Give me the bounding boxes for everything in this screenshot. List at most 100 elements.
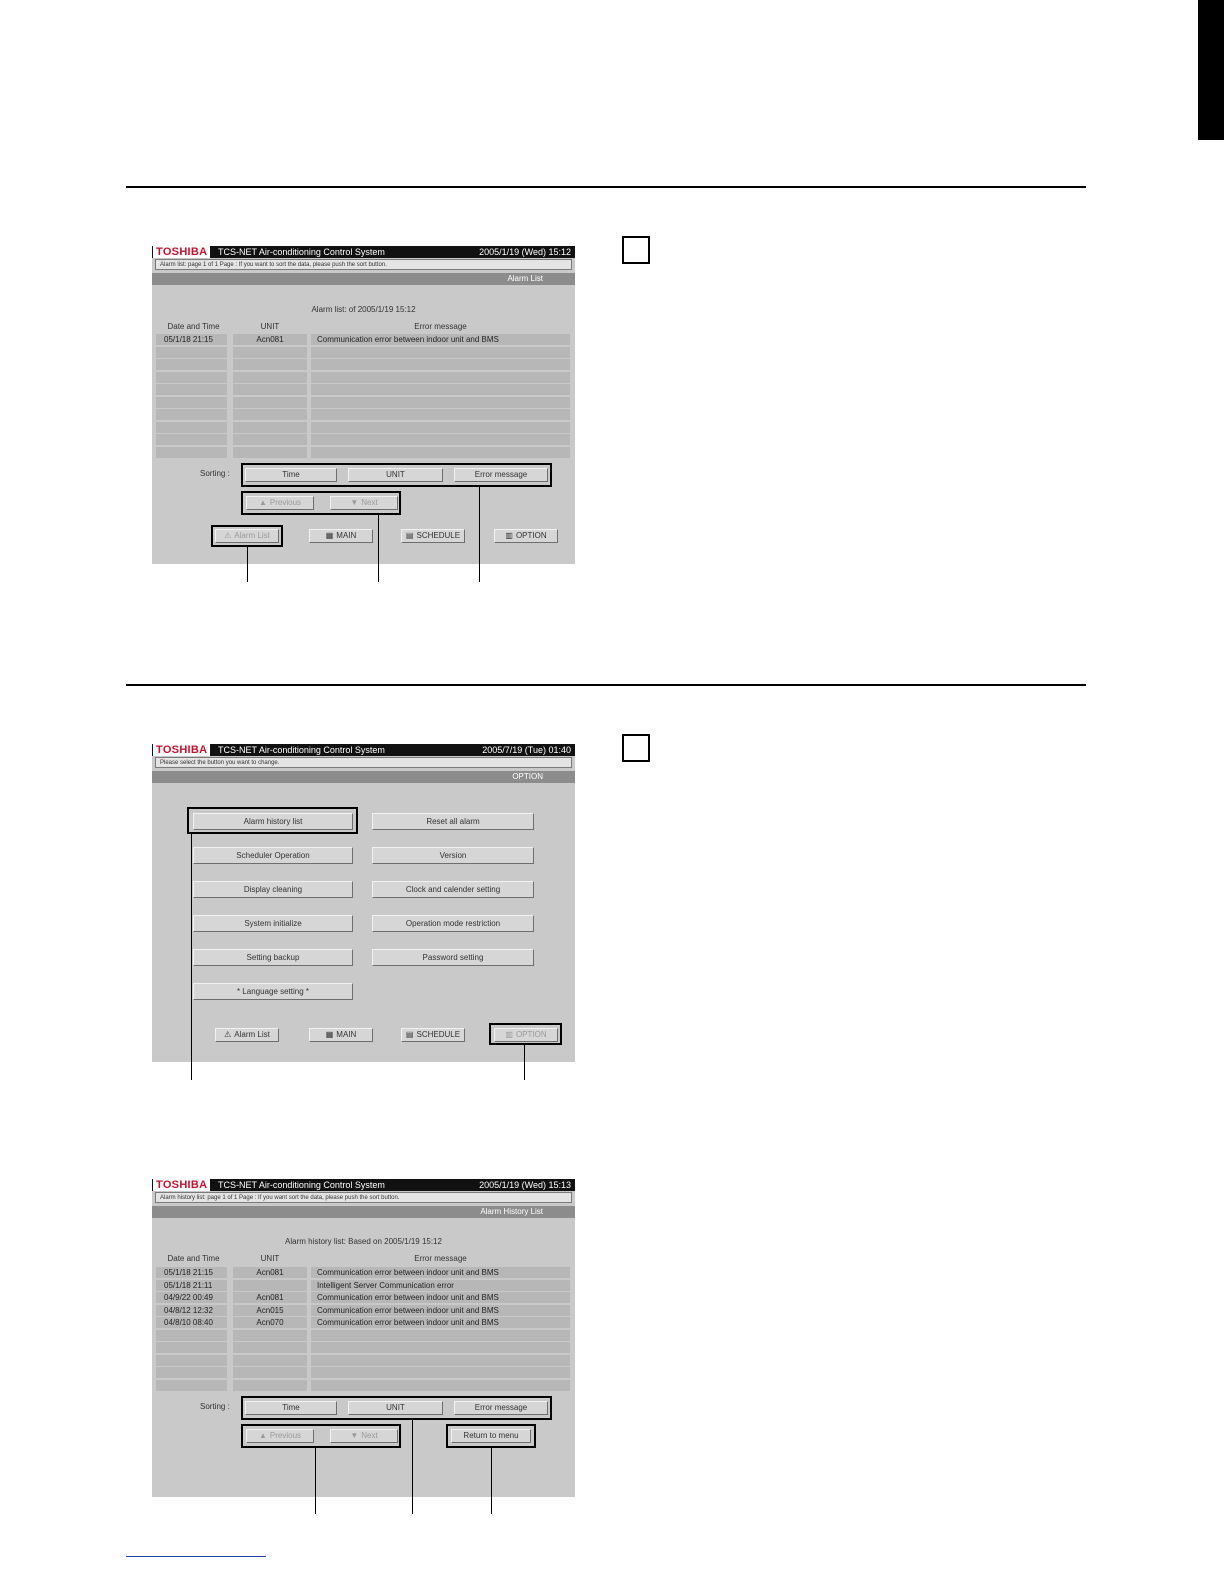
main-nav-button[interactable]: ▦ MAIN	[309, 1028, 373, 1042]
system-name: TCS-NET Air-conditioning Control System	[218, 745, 385, 755]
option-button-right-3[interactable]: Clock and calender setting	[372, 881, 534, 898]
title-bar: TOSHIBA TCS-NET Air-conditioning Control…	[152, 1179, 575, 1191]
alarm-list-screen: TOSHIBA TCS-NET Air-conditioning Control…	[152, 246, 575, 564]
row-date-cell	[156, 447, 227, 458]
callout-line-sort-buttons	[479, 487, 480, 582]
row-error-cell	[311, 347, 570, 358]
page-buttons-highlight	[241, 1424, 401, 1448]
calendar-icon: ▤	[405, 1030, 414, 1039]
schedule-nav-button[interactable]: ▤ SCHEDULE	[401, 529, 465, 543]
section-rule-top	[126, 186, 1086, 188]
sort-buttons-highlight	[241, 1396, 552, 1420]
option-nav-button[interactable]: ▥ OPTION	[494, 529, 558, 543]
row-unit-cell: Acn070	[233, 1317, 307, 1328]
column-header-date: Date and Time	[167, 322, 220, 331]
row-error-cell: Intelligent Server Communication error	[311, 1280, 570, 1291]
option-button-right-1[interactable]: Reset all alarm	[372, 813, 534, 830]
row-error-cell: Communication error between indoor unit …	[311, 1292, 570, 1303]
row-date-cell	[156, 1367, 227, 1378]
row-error-cell: Communication error between indoor unit …	[311, 1267, 570, 1278]
row-date-cell: 05/1/18 21:11	[156, 1280, 227, 1291]
title-bar: TOSHIBA TCS-NET Air-conditioning Control…	[152, 744, 575, 756]
row-date-cell	[156, 347, 227, 358]
footer-link-line	[126, 1556, 266, 1557]
page-buttons-highlight	[241, 491, 401, 515]
row-error-cell	[311, 447, 570, 458]
row-unit-cell	[233, 1367, 307, 1378]
schedule-nav-button[interactable]: ▤ SCHEDULE	[401, 1028, 465, 1042]
main-unit-icon: ▦	[325, 1030, 334, 1039]
step-box-2	[622, 734, 650, 762]
column-header-unit: UNIT	[260, 1254, 280, 1263]
column-header-date: Date and Time	[167, 1254, 220, 1263]
row-error-cell	[311, 384, 570, 395]
callout-line-option-nav	[524, 1045, 525, 1080]
screen-name-bar: Alarm List	[152, 273, 575, 285]
row-unit-cell	[233, 372, 307, 383]
main-label: MAIN	[336, 531, 357, 540]
main-nav-button[interactable]: ▦ MAIN	[309, 529, 373, 543]
row-unit-cell: Acn081	[233, 334, 307, 345]
screen-name-bar: Alarm History List	[152, 1206, 575, 1218]
alarm-list-highlight	[211, 525, 283, 547]
alarm-history-highlight	[187, 807, 358, 834]
row-date-cell	[156, 1380, 227, 1391]
row-error-cell	[311, 372, 570, 383]
row-error-cell	[311, 409, 570, 420]
row-error-cell: Communication error between indoor unit …	[311, 1317, 570, 1328]
row-date-cell	[156, 1355, 227, 1366]
row-unit-cell	[233, 422, 307, 433]
row-error-cell: Communication error between indoor unit …	[311, 1305, 570, 1316]
message-bar: Alarm history list: page 1 of 1 Page : I…	[155, 1192, 572, 1203]
row-date-cell	[156, 422, 227, 433]
row-date-cell	[156, 409, 227, 420]
row-unit-cell: Acn081	[233, 1292, 307, 1303]
screen-name-bar: OPTION	[152, 771, 575, 783]
option-button-left-5[interactable]: Setting backup	[193, 949, 353, 966]
row-unit-cell	[233, 434, 307, 445]
row-unit-cell	[233, 347, 307, 358]
row-date-cell: 04/9/22 00:49	[156, 1292, 227, 1303]
row-error-cell	[311, 422, 570, 433]
column-header-error: Error message	[414, 1254, 467, 1263]
row-error-cell	[311, 1330, 570, 1341]
alarm-list-nav-button[interactable]: ⚠ Alarm List	[215, 1028, 279, 1042]
list-caption: Alarm list: of 2005/1/19 15:12	[311, 305, 416, 314]
step-box-1	[622, 236, 650, 264]
row-unit-cell	[233, 397, 307, 408]
sorting-label: Sorting :	[200, 1402, 230, 1411]
warning-icon: ⚠	[224, 1030, 232, 1039]
row-unit-cell: Acn081	[233, 1267, 307, 1278]
option-button-left-3[interactable]: Display cleaning	[193, 881, 353, 898]
row-date-cell	[156, 397, 227, 408]
option-button-left-2[interactable]: Scheduler Operation	[193, 847, 353, 864]
callout-line-alarm-history	[191, 832, 192, 1080]
clock-display: 2005/1/19 (Wed) 15:13	[479, 1180, 571, 1190]
option-button-right-5[interactable]: Password setting	[372, 949, 534, 966]
page-edge-tab	[1198, 0, 1224, 140]
column-header-unit: UNIT	[260, 322, 280, 331]
section-rule-middle	[126, 684, 1086, 686]
option-label: OPTION	[515, 531, 547, 540]
row-error-cell	[311, 1380, 570, 1391]
callout-line-sort-buttons	[412, 1420, 413, 1514]
option-grid-icon: ▥	[505, 531, 513, 540]
schedule-label: SCHEDULE	[416, 1030, 461, 1039]
toshiba-logo: TOSHIBA	[153, 1179, 211, 1191]
return-button-highlight	[446, 1424, 536, 1448]
row-date-cell	[156, 434, 227, 445]
system-name: TCS-NET Air-conditioning Control System	[218, 247, 385, 257]
row-error-cell	[311, 1342, 570, 1353]
row-date-cell	[156, 359, 227, 370]
row-unit-cell	[233, 447, 307, 458]
option-button-right-4[interactable]: Operation mode restriction	[372, 915, 534, 932]
option-button-left-6[interactable]: * Language setting *	[193, 983, 353, 1000]
title-bar: TOSHIBA TCS-NET Air-conditioning Control…	[152, 246, 575, 258]
option-button-right-2[interactable]: Version	[372, 847, 534, 864]
row-date-cell	[156, 1330, 227, 1341]
list-caption: Alarm history list: Based on 2005/1/19 1…	[285, 1237, 442, 1246]
toshiba-logo: TOSHIBA	[153, 246, 211, 258]
row-date-cell	[156, 384, 227, 395]
callout-line-alarm-list	[247, 547, 248, 582]
option-button-left-4[interactable]: System initialize	[193, 915, 353, 932]
